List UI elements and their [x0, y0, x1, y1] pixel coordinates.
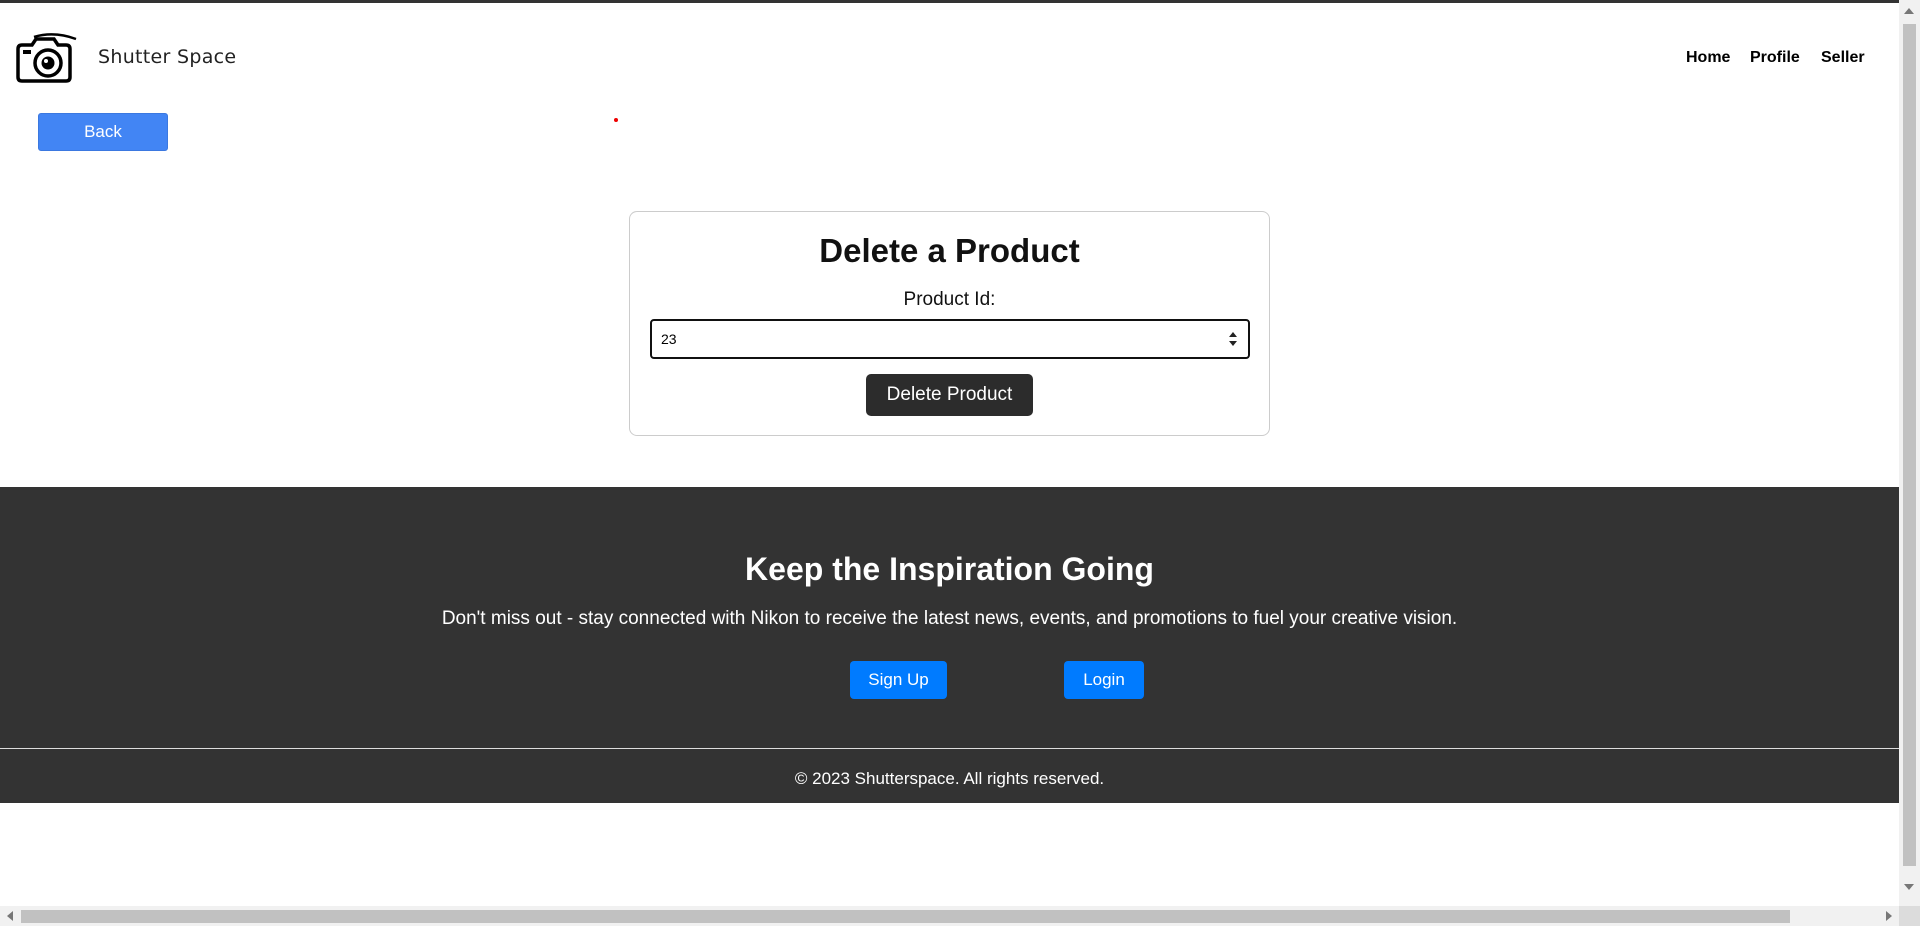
vertical-scroll-thumb[interactable]	[1903, 24, 1916, 866]
product-id-value: 23	[661, 331, 677, 347]
scroll-down-icon[interactable]	[1904, 884, 1914, 890]
brand-name: Shutter Space	[98, 46, 237, 68]
signup-button[interactable]: Sign Up	[850, 661, 947, 699]
form-title: Delete a Product	[819, 232, 1080, 269]
nav-seller[interactable]: Seller	[1821, 49, 1865, 67]
scroll-right-icon[interactable]	[1886, 911, 1892, 921]
back-button[interactable]: Back	[38, 113, 168, 151]
product-id-input[interactable]: 23	[650, 319, 1250, 359]
delete-product-button[interactable]: Delete Product	[866, 374, 1033, 416]
scroll-up-icon[interactable]	[1904, 8, 1914, 14]
footer-divider	[0, 748, 1899, 749]
scroll-left-icon[interactable]	[7, 911, 13, 921]
delete-product-card: Delete a Product Product Id: 23 Delete P…	[629, 211, 1270, 436]
product-id-label: Product Id:	[903, 289, 996, 310]
scrollbar-corner	[1899, 906, 1920, 926]
nav-profile[interactable]: Profile	[1750, 49, 1800, 67]
top-border	[0, 0, 1920, 3]
camera-icon[interactable]	[14, 33, 78, 85]
footer-text: Don't miss out - stay connected with Nik…	[441, 608, 1458, 629]
horizontal-scroll-thumb[interactable]	[21, 910, 1790, 923]
footer: Keep the Inspiration Going Don't miss ou…	[0, 487, 1899, 803]
login-button[interactable]: Login	[1064, 661, 1144, 699]
spinner-icon[interactable]	[1228, 330, 1238, 348]
horizontal-scrollbar[interactable]	[0, 906, 1920, 926]
copyright-text: © 2023 Shutterspace. All rights reserved…	[794, 769, 1105, 788]
vertical-scrollbar[interactable]	[1899, 0, 1920, 906]
footer-title: Keep the Inspiration Going	[745, 551, 1154, 587]
red-dot	[614, 118, 618, 122]
nav-home[interactable]: Home	[1686, 49, 1730, 67]
